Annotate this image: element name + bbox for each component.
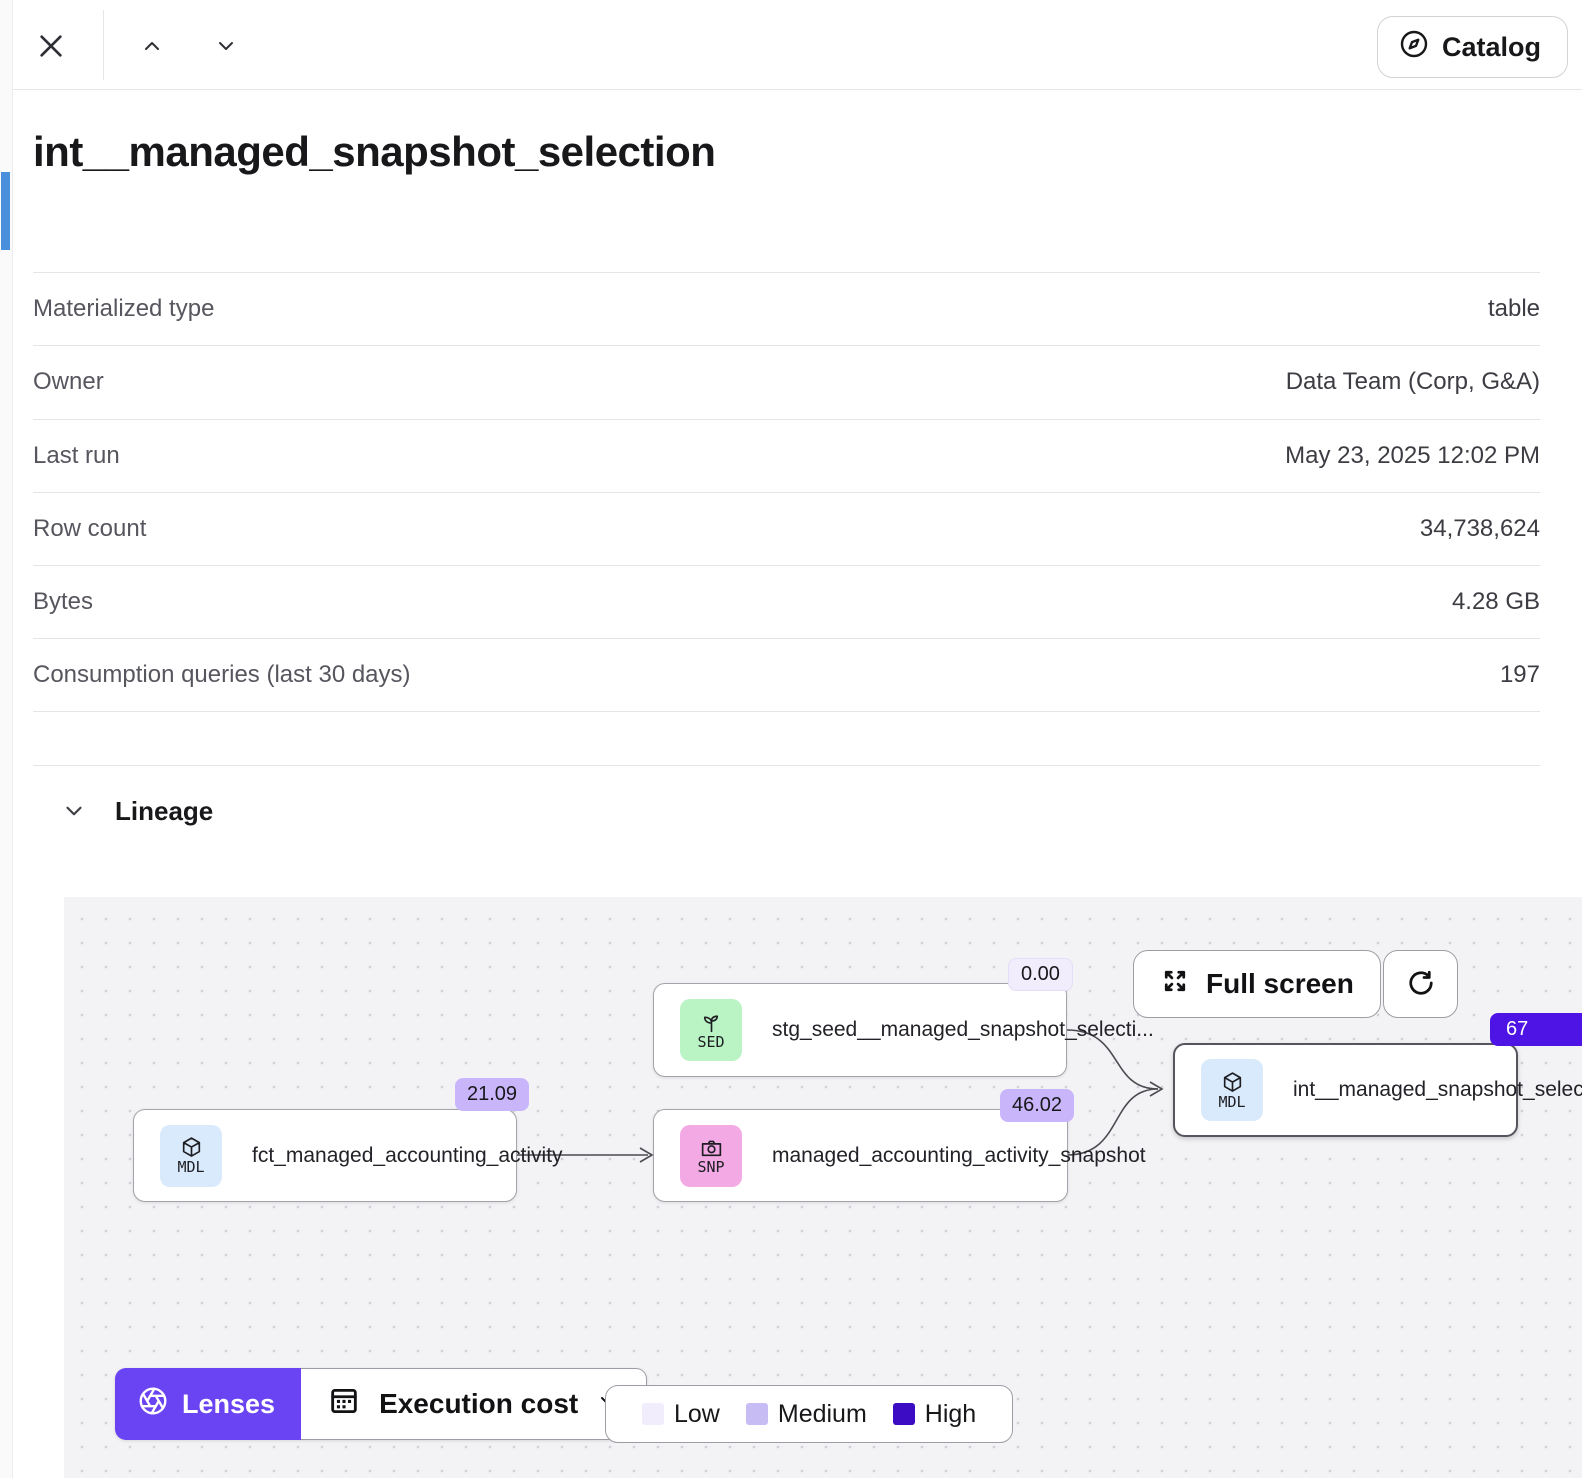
toolbar-divider (103, 10, 104, 80)
lineage-node-managed-accounting-activity-snapshot[interactable]: SNP managed_accounting_activity_snapshot (653, 1109, 1068, 1202)
metadata-label: Materialized type (33, 295, 214, 323)
node-label: managed_accounting_activity_snapshot (772, 1144, 1146, 1168)
expand-icon (1160, 966, 1190, 1003)
model-icon: MDL (160, 1125, 222, 1187)
execution-cost-badge: 46.02 (1000, 1089, 1074, 1122)
node-type-code: SED (697, 1035, 724, 1051)
execution-cost-badge: 21.09 (455, 1078, 529, 1111)
close-button[interactable] (27, 23, 75, 71)
metadata-label: Consumption queries (last 30 days) (33, 661, 411, 689)
prev-item-button[interactable] (128, 23, 176, 71)
catalog-button[interactable]: Catalog (1377, 16, 1568, 78)
metadata-list: Materialized type table Owner Data Team … (33, 272, 1540, 712)
legend-swatch-high (893, 1403, 915, 1425)
seed-icon: SED (680, 999, 742, 1061)
metadata-value: table (1488, 295, 1540, 323)
metadata-label: Row count (33, 515, 146, 543)
metadata-value: 4.28 GB (1452, 588, 1540, 616)
legend-item-low: Low (642, 1400, 720, 1429)
execution-cost-icon (327, 1384, 361, 1425)
catalog-button-label: Catalog (1442, 32, 1541, 63)
metadata-label: Owner (33, 368, 104, 396)
refresh-button[interactable] (1383, 950, 1458, 1018)
refresh-icon (1406, 968, 1436, 1001)
lenses-control: Lenses Execution cost (115, 1368, 647, 1440)
chevron-up-icon (140, 34, 164, 61)
node-label: int__managed_snapshot_selection (1293, 1078, 1582, 1102)
legend-swatch-medium (746, 1403, 768, 1425)
chevron-down-icon (61, 798, 87, 827)
compass-icon (1398, 28, 1430, 67)
lenses-button[interactable]: Lenses (115, 1368, 301, 1440)
aperture-icon (137, 1385, 169, 1424)
metadata-label: Last run (33, 442, 120, 470)
metadata-value: Data Team (Corp, G&A) (1286, 368, 1540, 396)
metadata-row: Row count 34,738,624 (33, 492, 1540, 565)
lineage-canvas[interactable]: MDL fct_managed_accounting_activity 21.0… (64, 897, 1582, 1478)
legend-label: High (925, 1400, 976, 1429)
next-item-button[interactable] (202, 23, 250, 71)
lineage-node-fct-managed-accounting-activity[interactable]: MDL fct_managed_accounting_activity (133, 1109, 517, 1202)
node-type-code: MDL (1218, 1095, 1245, 1111)
legend-item-medium: Medium (746, 1400, 867, 1429)
cost-legend: Low Medium High (605, 1385, 1013, 1443)
metadata-value: 34,738,624 (1420, 515, 1540, 543)
metadata-label: Bytes (33, 588, 93, 616)
legend-swatch-low (642, 1403, 664, 1425)
legend-item-high: High (893, 1400, 976, 1429)
chevron-down-icon (214, 34, 238, 61)
lens-selector[interactable]: Execution cost (301, 1368, 647, 1440)
underlying-page-edge (0, 0, 13, 1478)
execution-cost-badge: 0.00 (1008, 958, 1073, 991)
close-icon (35, 30, 67, 65)
fullscreen-button[interactable]: Full screen (1133, 950, 1381, 1018)
metadata-row: Consumption queries (last 30 days) 197 (33, 638, 1540, 711)
metadata-row: Owner Data Team (Corp, G&A) (33, 345, 1540, 418)
execution-cost-badge: 67 (1490, 1013, 1582, 1046)
lens-selected-label: Execution cost (379, 1388, 578, 1420)
snapshot-icon: SNP (680, 1125, 742, 1187)
section-divider (33, 765, 1540, 766)
node-label: fct_managed_accounting_activity (252, 1144, 563, 1168)
metadata-value: 197 (1500, 661, 1540, 689)
lineage-section-title: Lineage (115, 796, 213, 827)
lineage-node-stg-seed-managed-snapshot-selection[interactable]: SED stg_seed__managed_snapshot_selecti..… (653, 983, 1067, 1077)
metadata-row: Bytes 4.28 GB (33, 565, 1540, 638)
node-type-code: MDL (177, 1160, 204, 1176)
model-icon: MDL (1201, 1059, 1263, 1121)
node-type-code: SNP (697, 1160, 724, 1176)
legend-label: Medium (778, 1400, 867, 1429)
scroll-indicator (1, 172, 10, 250)
metadata-row: Last run May 23, 2025 12:02 PM (33, 419, 1540, 492)
page-title: int__managed_snapshot_selection (33, 128, 715, 176)
lenses-button-label: Lenses (182, 1389, 275, 1420)
metadata-row: Materialized type table (33, 272, 1540, 345)
lineage-collapse-toggle[interactable] (56, 794, 92, 830)
catalog-detail-panel: Catalog int__managed_snapshot_selection … (0, 0, 1582, 1478)
fullscreen-button-label: Full screen (1206, 968, 1354, 1000)
toolbar: Catalog (13, 0, 1582, 90)
lineage-node-int-managed-snapshot-selection[interactable]: MDL int__managed_snapshot_selection (1173, 1043, 1518, 1137)
legend-label: Low (674, 1400, 720, 1429)
metadata-value: May 23, 2025 12:02 PM (1285, 442, 1540, 470)
node-label: stg_seed__managed_snapshot_selecti... (772, 1018, 1154, 1042)
